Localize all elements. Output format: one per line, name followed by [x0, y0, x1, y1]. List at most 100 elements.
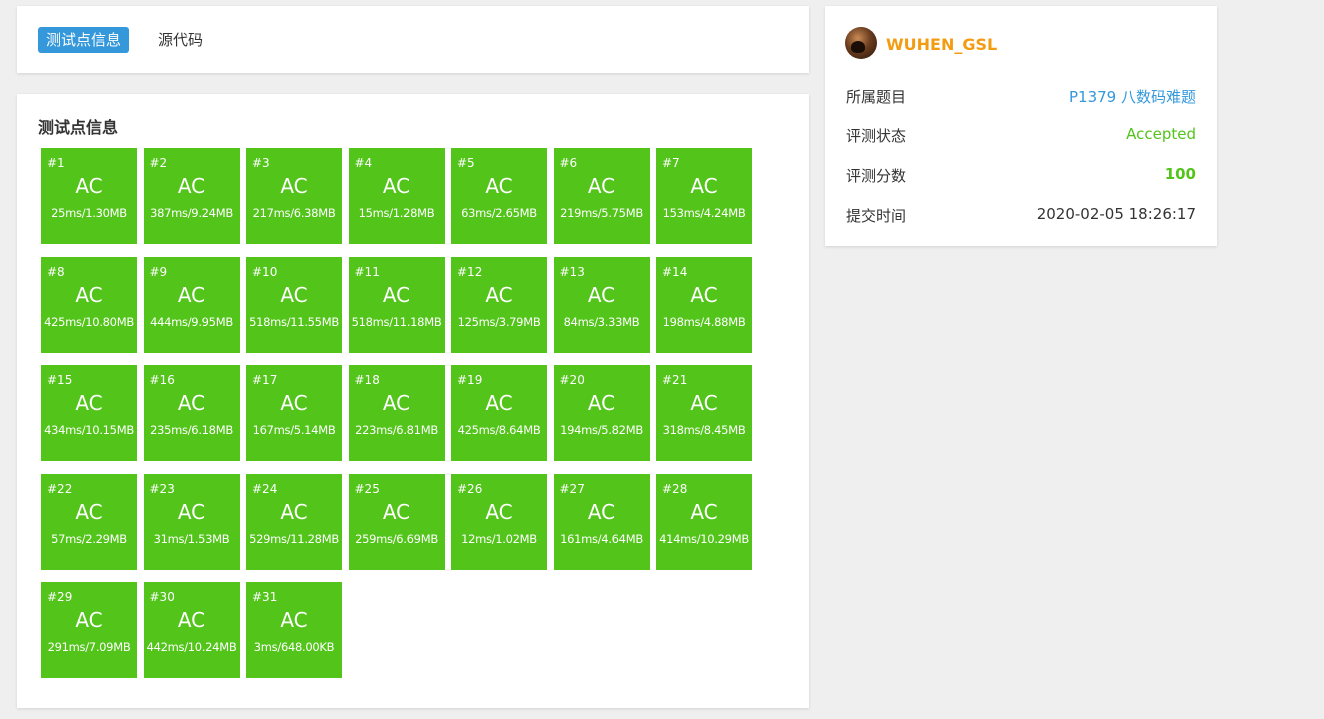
testcase-tile[interactable]: #20 AC 194ms/5.82MB [553, 365, 650, 461]
testcase-id: #31 [252, 590, 278, 604]
testcase-tile[interactable]: #18 AC 223ms/6.81MB [348, 365, 445, 461]
submit-time-value: 2020-02-05 18:26:17 [1036, 205, 1196, 223]
testcase-usage: 161ms/4.64MB [560, 531, 643, 546]
info-key-score: 评测分数 [846, 167, 907, 185]
testcase-id: #3 [252, 156, 270, 170]
testcase-tile[interactable]: #22 AC 57ms/2.29MB [41, 473, 137, 570]
testcase-id: #6 [559, 156, 578, 170]
info-row-score: 评测分数 100 [846, 165, 1196, 187]
testcase-usage: 3ms/648.00KB [253, 640, 335, 654]
tab-source-code[interactable]: 源代码 [150, 27, 211, 53]
testcase-status: AC [382, 499, 411, 524]
info-row-status: 评测状态 Accepted [846, 125, 1196, 147]
testcase-status: AC [177, 174, 206, 198]
testcase-id: #18 [354, 373, 380, 387]
testcase-status: AC [485, 174, 513, 198]
testcase-tile[interactable]: #26 AC 12ms/1.02MB [451, 473, 547, 570]
info-row-submit-time: 提交时间 2020-02-05 18:26:17 [846, 205, 1196, 227]
testcase-status: AC [177, 499, 206, 524]
testcases-panel: 测试点信息 #1 AC 25ms/1.30MB #2 AC 387ms/9.24MB #3 A… [17, 94, 809, 708]
testcase-usage: 291ms/7.09MB [47, 640, 131, 654]
testcase-tile[interactable]: #10 AC 518ms/11.55MB [246, 256, 342, 353]
testcase-status: AC [75, 174, 103, 198]
testcase-tile[interactable]: #3 AC 217ms/6.38MB [246, 148, 342, 244]
testcase-tile[interactable]: #23 AC 31ms/1.53MB [143, 473, 240, 570]
score-value: 100 [1164, 165, 1196, 183]
testcase-usage: 217ms/6.38MB [252, 206, 336, 220]
testcase-tile[interactable]: #4 AC 15ms/1.28MB [348, 148, 445, 244]
testcase-status: AC [690, 391, 718, 415]
testcase-tile[interactable]: #21 AC 318ms/8.45MB [656, 365, 752, 461]
testcase-usage: 259ms/6.69MB [355, 531, 438, 546]
testcase-usage: 518ms/11.18MB [351, 314, 442, 329]
testcase-usage: 63ms/2.65MB [461, 206, 537, 220]
testcase-tile[interactable]: #11 AC 518ms/11.18MB [348, 256, 445, 353]
testcase-tile[interactable]: #2 AC 387ms/9.24MB [143, 148, 240, 244]
testcase-usage: 198ms/4.88MB [662, 314, 746, 329]
tabs-card: 测试点信息 源代码 [17, 6, 809, 73]
testcase-usage: 57ms/2.29MB [51, 531, 127, 546]
testcase-id: #23 [149, 481, 175, 496]
testcase-tile[interactable]: #7 AC 153ms/4.24MB [656, 148, 752, 244]
testcase-id: #19 [457, 373, 483, 387]
info-row-problem: 所属题目 P1379 八数码难题 [846, 86, 1196, 108]
testcase-id: #20 [559, 373, 585, 387]
testcase-id: #28 [662, 481, 688, 496]
testcase-tile[interactable]: #1 AC 25ms/1.30MB [41, 148, 137, 244]
testcase-usage: 425ms/10.80MB [44, 314, 134, 329]
testcase-id: #21 [662, 373, 688, 387]
testcase-tile[interactable]: #28 AC 414ms/10.29MB [656, 473, 752, 570]
testcase-tile[interactable]: #14 AC 198ms/4.88MB [656, 256, 752, 353]
username-link[interactable]: WUHEN_GSL [886, 35, 997, 54]
testcase-tile[interactable]: #31 AC 3ms/648.00KB [246, 582, 342, 678]
testcase-tile[interactable]: #17 AC 167ms/5.14MB [246, 365, 342, 461]
testcase-status: AC [485, 282, 513, 307]
tab-testcases[interactable]: 测试点信息 [38, 27, 130, 53]
testcase-tile[interactable]: #6 AC 219ms/5.75MB [553, 148, 650, 244]
testcase-usage: 12ms/1.02MB [461, 531, 537, 546]
testcase-status: AC [587, 499, 616, 524]
testcase-usage: 84ms/3.33MB [563, 314, 640, 329]
testcase-usage: 125ms/3.79MB [457, 314, 541, 329]
testcase-tile[interactable]: #8 AC 425ms/10.80MB [41, 256, 137, 353]
testcase-status: AC [690, 174, 718, 198]
testcase-tile[interactable]: #5 AC 63ms/2.65MB [451, 148, 547, 244]
testcase-tile[interactable]: #24 AC 529ms/11.28MB [246, 473, 342, 570]
testcase-status: AC [382, 391, 411, 415]
testcase-id: #2 [149, 156, 168, 170]
testcase-tile[interactable]: #25 AC 259ms/6.69MB [348, 473, 445, 570]
testcase-status: AC [382, 174, 411, 198]
info-key-status: 评测状态 [846, 127, 907, 145]
testcase-tile[interactable]: #12 AC 125ms/3.79MB [451, 256, 547, 353]
testcase-id: #7 [662, 156, 680, 170]
testcase-status: AC [280, 282, 308, 307]
testcase-tile[interactable]: #13 AC 84ms/3.33MB [553, 256, 650, 353]
testcase-id: #14 [662, 264, 688, 279]
problem-link[interactable]: P1379 八数码难题 [1069, 86, 1196, 107]
testcase-usage: 31ms/1.53MB [153, 531, 230, 546]
testcase-id: #22 [47, 481, 73, 496]
user-avatar[interactable] [845, 27, 877, 59]
testcase-tile[interactable]: #30 AC 442ms/10.24MB [143, 582, 240, 678]
testcase-tile[interactable]: #29 AC 291ms/7.09MB [41, 582, 137, 678]
submission-info-card: WUHEN_GSL 所属题目 P1379 八数码难题 评测状态 Accepted… [825, 6, 1217, 246]
status-value: Accepted [1126, 125, 1196, 143]
testcase-id: #17 [252, 373, 278, 387]
testcase-tile[interactable]: #9 AC 444ms/9.95MB [143, 256, 240, 353]
testcase-tile[interactable]: #19 AC 425ms/8.64MB [451, 365, 547, 461]
testcase-id: #12 [457, 264, 483, 279]
testcase-status: AC [280, 499, 308, 524]
testcase-id: #13 [559, 264, 585, 279]
testcase-status: AC [587, 174, 616, 198]
testcase-status: AC [587, 282, 616, 307]
testcase-usage: 219ms/5.75MB [560, 206, 643, 220]
testcase-usage: 153ms/4.24MB [662, 206, 746, 220]
testcase-usage: 318ms/8.45MB [662, 423, 746, 437]
testcase-tile[interactable]: #27 AC 161ms/4.64MB [553, 473, 650, 570]
testcase-tile[interactable]: #16 AC 235ms/6.18MB [143, 365, 240, 461]
testcase-id: #4 [354, 156, 373, 170]
testcase-status: AC [485, 499, 513, 524]
testcase-tile[interactable]: #15 AC 434ms/10.15MB [41, 365, 137, 461]
testcase-usage: 25ms/1.30MB [51, 206, 127, 220]
testcase-id: #8 [47, 264, 65, 279]
